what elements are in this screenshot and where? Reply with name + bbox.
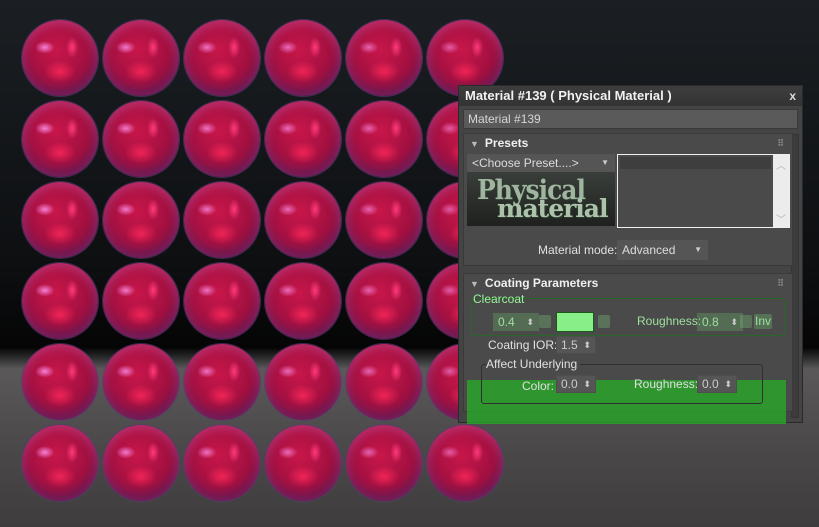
- material-sphere: [265, 182, 341, 258]
- material-sphere: [103, 425, 179, 501]
- coating-ior-value: 1.5: [561, 338, 578, 352]
- material-preview-grid: [0, 0, 520, 527]
- material-sphere: [184, 263, 260, 339]
- coating-header[interactable]: ▼ Coating Parameters ⠿: [464, 274, 792, 292]
- chevron-down-icon: ▼: [694, 245, 702, 254]
- material-sphere: [265, 425, 341, 501]
- drag-handle-icon[interactable]: ⠿: [777, 134, 784, 152]
- material-editor-dialog: Material #139 ( Physical Material ) x Ma…: [458, 85, 803, 424]
- physical-material-logo: Physical material: [467, 172, 615, 226]
- collapse-triangle-icon: ▼: [470, 139, 479, 149]
- material-mode-dropdown[interactable]: Advanced ▼: [617, 240, 708, 260]
- clearcoat-color-swatch[interactable]: [556, 312, 594, 332]
- choose-preset-value: <Choose Preset....>: [472, 156, 579, 170]
- spinner-arrows-icon[interactable]: ⬍: [730, 314, 738, 330]
- choose-preset-dropdown[interactable]: <Choose Preset....> ▼: [467, 154, 615, 172]
- affect-roughness-spinner[interactable]: 0.0 ⬍: [697, 375, 737, 393]
- spinner-arrows-icon[interactable]: ⬍: [724, 376, 732, 392]
- material-sphere: [346, 20, 422, 96]
- material-name-input[interactable]: Material #139: [463, 109, 798, 129]
- preset-list-item[interactable]: [620, 157, 771, 169]
- material-sphere: [265, 20, 341, 96]
- material-sphere: [265, 344, 341, 420]
- presets-header[interactable]: ▼ Presets ⠿: [464, 134, 792, 152]
- chevron-down-icon[interactable]: ﹀: [776, 211, 786, 226]
- presets-title: Presets: [484, 136, 529, 150]
- spinner-arrows-icon[interactable]: ⬍: [583, 376, 591, 392]
- clearcoat-roughness-value: 0.8: [702, 315, 719, 329]
- material-mode-value: Advanced: [622, 243, 676, 257]
- material-sphere: [103, 344, 179, 420]
- material-sphere: [346, 344, 422, 420]
- material-sphere: [346, 425, 422, 501]
- roughness-invert-toggle[interactable]: Inv: [754, 314, 772, 329]
- material-sphere: [184, 425, 260, 501]
- clearcoat-roughness-spinner[interactable]: 0.8 ⬍: [697, 313, 743, 331]
- material-sphere: [22, 20, 98, 96]
- spinner-arrows-icon[interactable]: ⬍: [583, 337, 591, 353]
- clearcoat-group-title: Clearcoat: [473, 292, 525, 306]
- coating-title: Coating Parameters: [484, 276, 599, 290]
- coating-ior-label: Coating IOR:: [488, 338, 558, 352]
- material-sphere: [265, 263, 341, 339]
- affect-color-label: Color:: [522, 379, 555, 393]
- chevron-down-icon: ▼: [601, 158, 609, 167]
- roughness-map-button[interactable]: [740, 315, 752, 328]
- material-sphere: [22, 263, 98, 339]
- presets-rollout: ▼ Presets ⠿ <Choose Preset....> ▼ Physica…: [463, 133, 793, 266]
- material-sphere: [427, 425, 503, 501]
- dialog-title: Material #139 ( Physical Material ): [465, 88, 672, 103]
- spinner-arrows-icon[interactable]: ⬍: [526, 314, 534, 330]
- material-sphere: [346, 101, 422, 177]
- coating-ior-spinner[interactable]: 1.5 ⬍: [556, 336, 596, 354]
- affect-color-spinner[interactable]: 0.0 ⬍: [556, 375, 596, 393]
- material-mode-label: Material mode:: [538, 243, 618, 257]
- material-sphere: [346, 182, 422, 258]
- listbox-scrollbar[interactable]: ︿ ﹀: [773, 155, 789, 227]
- chevron-up-icon[interactable]: ︿: [776, 157, 786, 172]
- preset-listbox[interactable]: ︿ ﹀: [617, 154, 790, 228]
- clearcoat-spinner[interactable]: 0.4 ⬍: [493, 313, 539, 331]
- dialog-titlebar[interactable]: Material #139 ( Physical Material ) x: [459, 86, 802, 106]
- affect-roughness-label: Roughness:: [634, 377, 699, 391]
- material-sphere: [103, 20, 179, 96]
- clearcoat-value: 0.4: [498, 315, 515, 329]
- material-sphere: [22, 101, 98, 177]
- material-sphere: [346, 263, 422, 339]
- material-sphere: [103, 263, 179, 339]
- clearcoat-roughness-label: Roughness:: [637, 314, 702, 328]
- clearcoat-color-map-button[interactable]: [598, 315, 610, 328]
- affect-roughness-value: 0.0: [702, 377, 719, 391]
- material-sphere: [184, 101, 260, 177]
- affect-color-value: 0.0: [561, 377, 578, 391]
- material-sphere: [184, 182, 260, 258]
- material-sphere: [103, 101, 179, 177]
- material-sphere: [184, 20, 260, 96]
- collapse-triangle-icon: ▼: [470, 279, 479, 289]
- material-sphere: [22, 425, 98, 501]
- material-sphere: [103, 182, 179, 258]
- close-icon[interactable]: x: [789, 86, 796, 106]
- clearcoat-map-button[interactable]: [539, 315, 551, 328]
- logo-text-2: material: [497, 194, 608, 223]
- material-sphere: [265, 101, 341, 177]
- material-sphere: [22, 182, 98, 258]
- material-sphere: [184, 344, 260, 420]
- affect-underlying-title: Affect Underlying: [486, 357, 581, 371]
- drag-handle-icon[interactable]: ⠿: [777, 274, 784, 292]
- material-sphere: [22, 344, 98, 420]
